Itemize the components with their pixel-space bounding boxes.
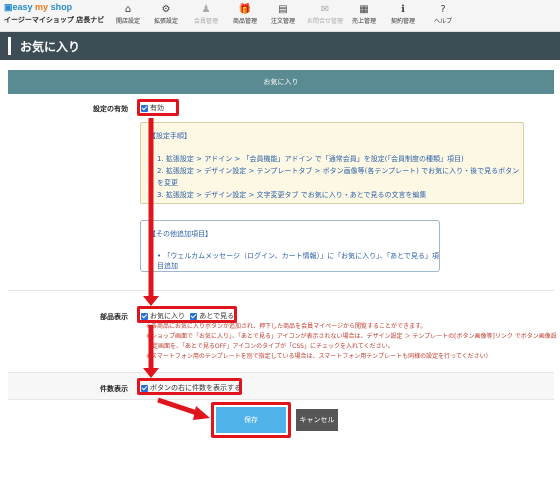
arrow-down-2-head <box>143 368 159 378</box>
annotation-arrows <box>143 118 210 420</box>
arrow-right-head <box>193 406 210 420</box>
arrow-right <box>157 397 201 417</box>
arrow-down-1-head <box>143 296 159 306</box>
